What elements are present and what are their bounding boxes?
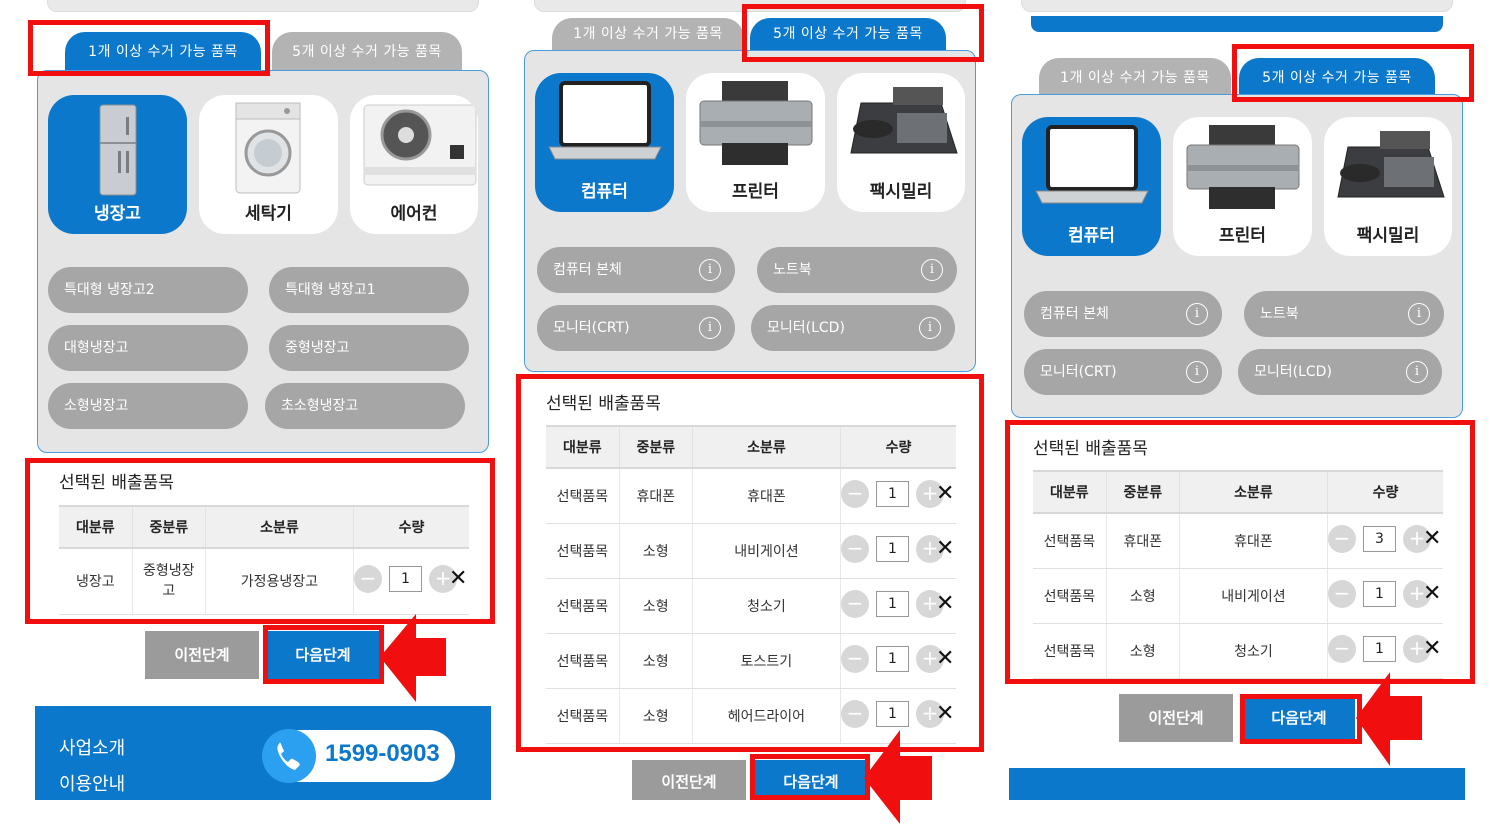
category-air-conditioner[interactable]: 에어컨 <box>350 95 478 234</box>
item-pill[interactable]: 컴퓨터 본체 i <box>1024 291 1222 337</box>
category-label: 컴퓨터 <box>1068 226 1115 246</box>
item-pill[interactable]: 노트북 i <box>757 247 957 293</box>
phone-banner[interactable]: 1599-0903 <box>262 729 455 783</box>
phone-number: 1599-0903 <box>325 740 440 767</box>
item-pill[interactable]: 모니터(LCD) i <box>1238 349 1442 395</box>
item-label: 노트북 <box>773 262 812 278</box>
highlight-box-next <box>1240 694 1362 744</box>
footer <box>1009 768 1465 800</box>
category-box: 컴퓨터 프린터 팩시밀리 컴퓨터 본체 i 노트북 i 모니터(CRT) i 모… <box>1011 94 1463 418</box>
prev-step-button[interactable]: 이전단계 <box>145 631 259 679</box>
highlight-box-selected <box>516 374 984 752</box>
item-label: 모니터(CRT) <box>1040 364 1117 380</box>
category-computer[interactable]: 컴퓨터 <box>535 73 674 212</box>
top-bar <box>1021 0 1453 12</box>
highlight-box-tab <box>28 20 270 76</box>
item-label: 모니터(CRT) <box>553 320 630 336</box>
item-label: 모니터(LCD) <box>1254 364 1332 380</box>
tab-one-or-more[interactable]: 1개 이상 수거 가능 품목 <box>1039 58 1231 98</box>
info-icon[interactable]: i <box>919 317 941 339</box>
tab-five-or-more[interactable]: 5개 이상 수거 가능 품목 <box>272 32 462 72</box>
item-pill[interactable]: 중형냉장고 <box>269 325 469 371</box>
item-label: 모니터(LCD) <box>767 320 845 336</box>
category-fax[interactable]: 팩시밀리 <box>837 73 965 212</box>
top-bar <box>47 0 479 12</box>
category-fax[interactable]: 팩시밀리 <box>1324 117 1452 256</box>
category-box: 컴퓨터 프린터 팩시밀리 컴퓨터 본체 i 노트북 i 모니터(CRT) i 모… <box>524 50 976 372</box>
item-label: 컴퓨터 본체 <box>1040 306 1109 322</box>
header-strip <box>1031 16 1443 32</box>
info-icon[interactable]: i <box>1406 361 1428 383</box>
category-computer[interactable]: 컴퓨터 <box>1022 117 1161 256</box>
item-pill[interactable]: 노트북 i <box>1244 291 1444 337</box>
category-refrigerator[interactable]: 냉장고 <box>48 95 187 234</box>
category-label: 세탁기 <box>245 204 292 224</box>
item-pill[interactable]: 컴퓨터 본체 i <box>537 247 735 293</box>
item-pill[interactable]: 모니터(CRT) i <box>537 305 735 351</box>
footer-menu-about[interactable]: 사업소개 <box>59 734 125 760</box>
tab-one-or-more[interactable]: 1개 이상 수거 가능 품목 <box>552 18 744 50</box>
footer: 사업소개 이용안내 1599-0903 <box>35 706 491 800</box>
item-label: 노트북 <box>1260 306 1299 322</box>
item-pill[interactable]: 모니터(CRT) i <box>1024 349 1222 395</box>
category-label: 팩시밀리 <box>1356 226 1420 246</box>
arrow-icon <box>1356 672 1422 766</box>
info-icon[interactable]: i <box>1408 303 1430 325</box>
info-icon[interactable]: i <box>1186 361 1208 383</box>
category-label: 컴퓨터 <box>581 182 628 202</box>
footer-menu-guide[interactable]: 이용안내 <box>59 770 125 796</box>
highlight-box-tab <box>1232 44 1474 102</box>
highlight-box-next <box>750 754 870 800</box>
category-label: 프린터 <box>732 182 779 202</box>
item-pill[interactable]: 초소형냉장고 <box>265 383 465 429</box>
category-box: 냉장고 세탁기 에어컨 특대형 냉장고2 특대형 냉장고1 대형냉장고 중형냉장… <box>37 70 489 453</box>
item-pill[interactable]: 대형냉장고 <box>48 325 248 371</box>
highlight-box-selected <box>25 458 495 624</box>
category-label: 냉장고 <box>94 204 141 224</box>
highlight-box-next <box>263 625 384 684</box>
info-icon[interactable]: i <box>699 259 721 281</box>
item-label: 컴퓨터 본체 <box>553 262 622 278</box>
category-washing-machine[interactable]: 세탁기 <box>199 95 338 234</box>
prev-step-button[interactable]: 이전단계 <box>1119 694 1233 742</box>
category-printer[interactable]: 프린터 <box>686 73 825 212</box>
item-pill[interactable]: 특대형 냉장고1 <box>269 267 469 313</box>
arrow-icon <box>864 730 932 824</box>
info-icon[interactable]: i <box>921 259 943 281</box>
highlight-box-selected <box>1005 420 1475 684</box>
highlight-box-tab <box>742 4 984 62</box>
category-printer[interactable]: 프린터 <box>1173 117 1312 256</box>
item-pill[interactable]: 소형냉장고 <box>48 383 248 429</box>
item-pill[interactable]: 모니터(LCD) i <box>751 305 955 351</box>
category-label: 팩시밀리 <box>869 182 933 202</box>
phone-icon <box>262 729 316 783</box>
info-icon[interactable]: i <box>699 317 721 339</box>
item-pill[interactable]: 특대형 냉장고2 <box>48 267 248 313</box>
category-label: 프린터 <box>1219 226 1266 246</box>
info-icon[interactable]: i <box>1186 303 1208 325</box>
prev-step-button[interactable]: 이전단계 <box>632 760 746 800</box>
category-label: 에어컨 <box>390 204 438 224</box>
arrow-icon <box>380 614 446 702</box>
